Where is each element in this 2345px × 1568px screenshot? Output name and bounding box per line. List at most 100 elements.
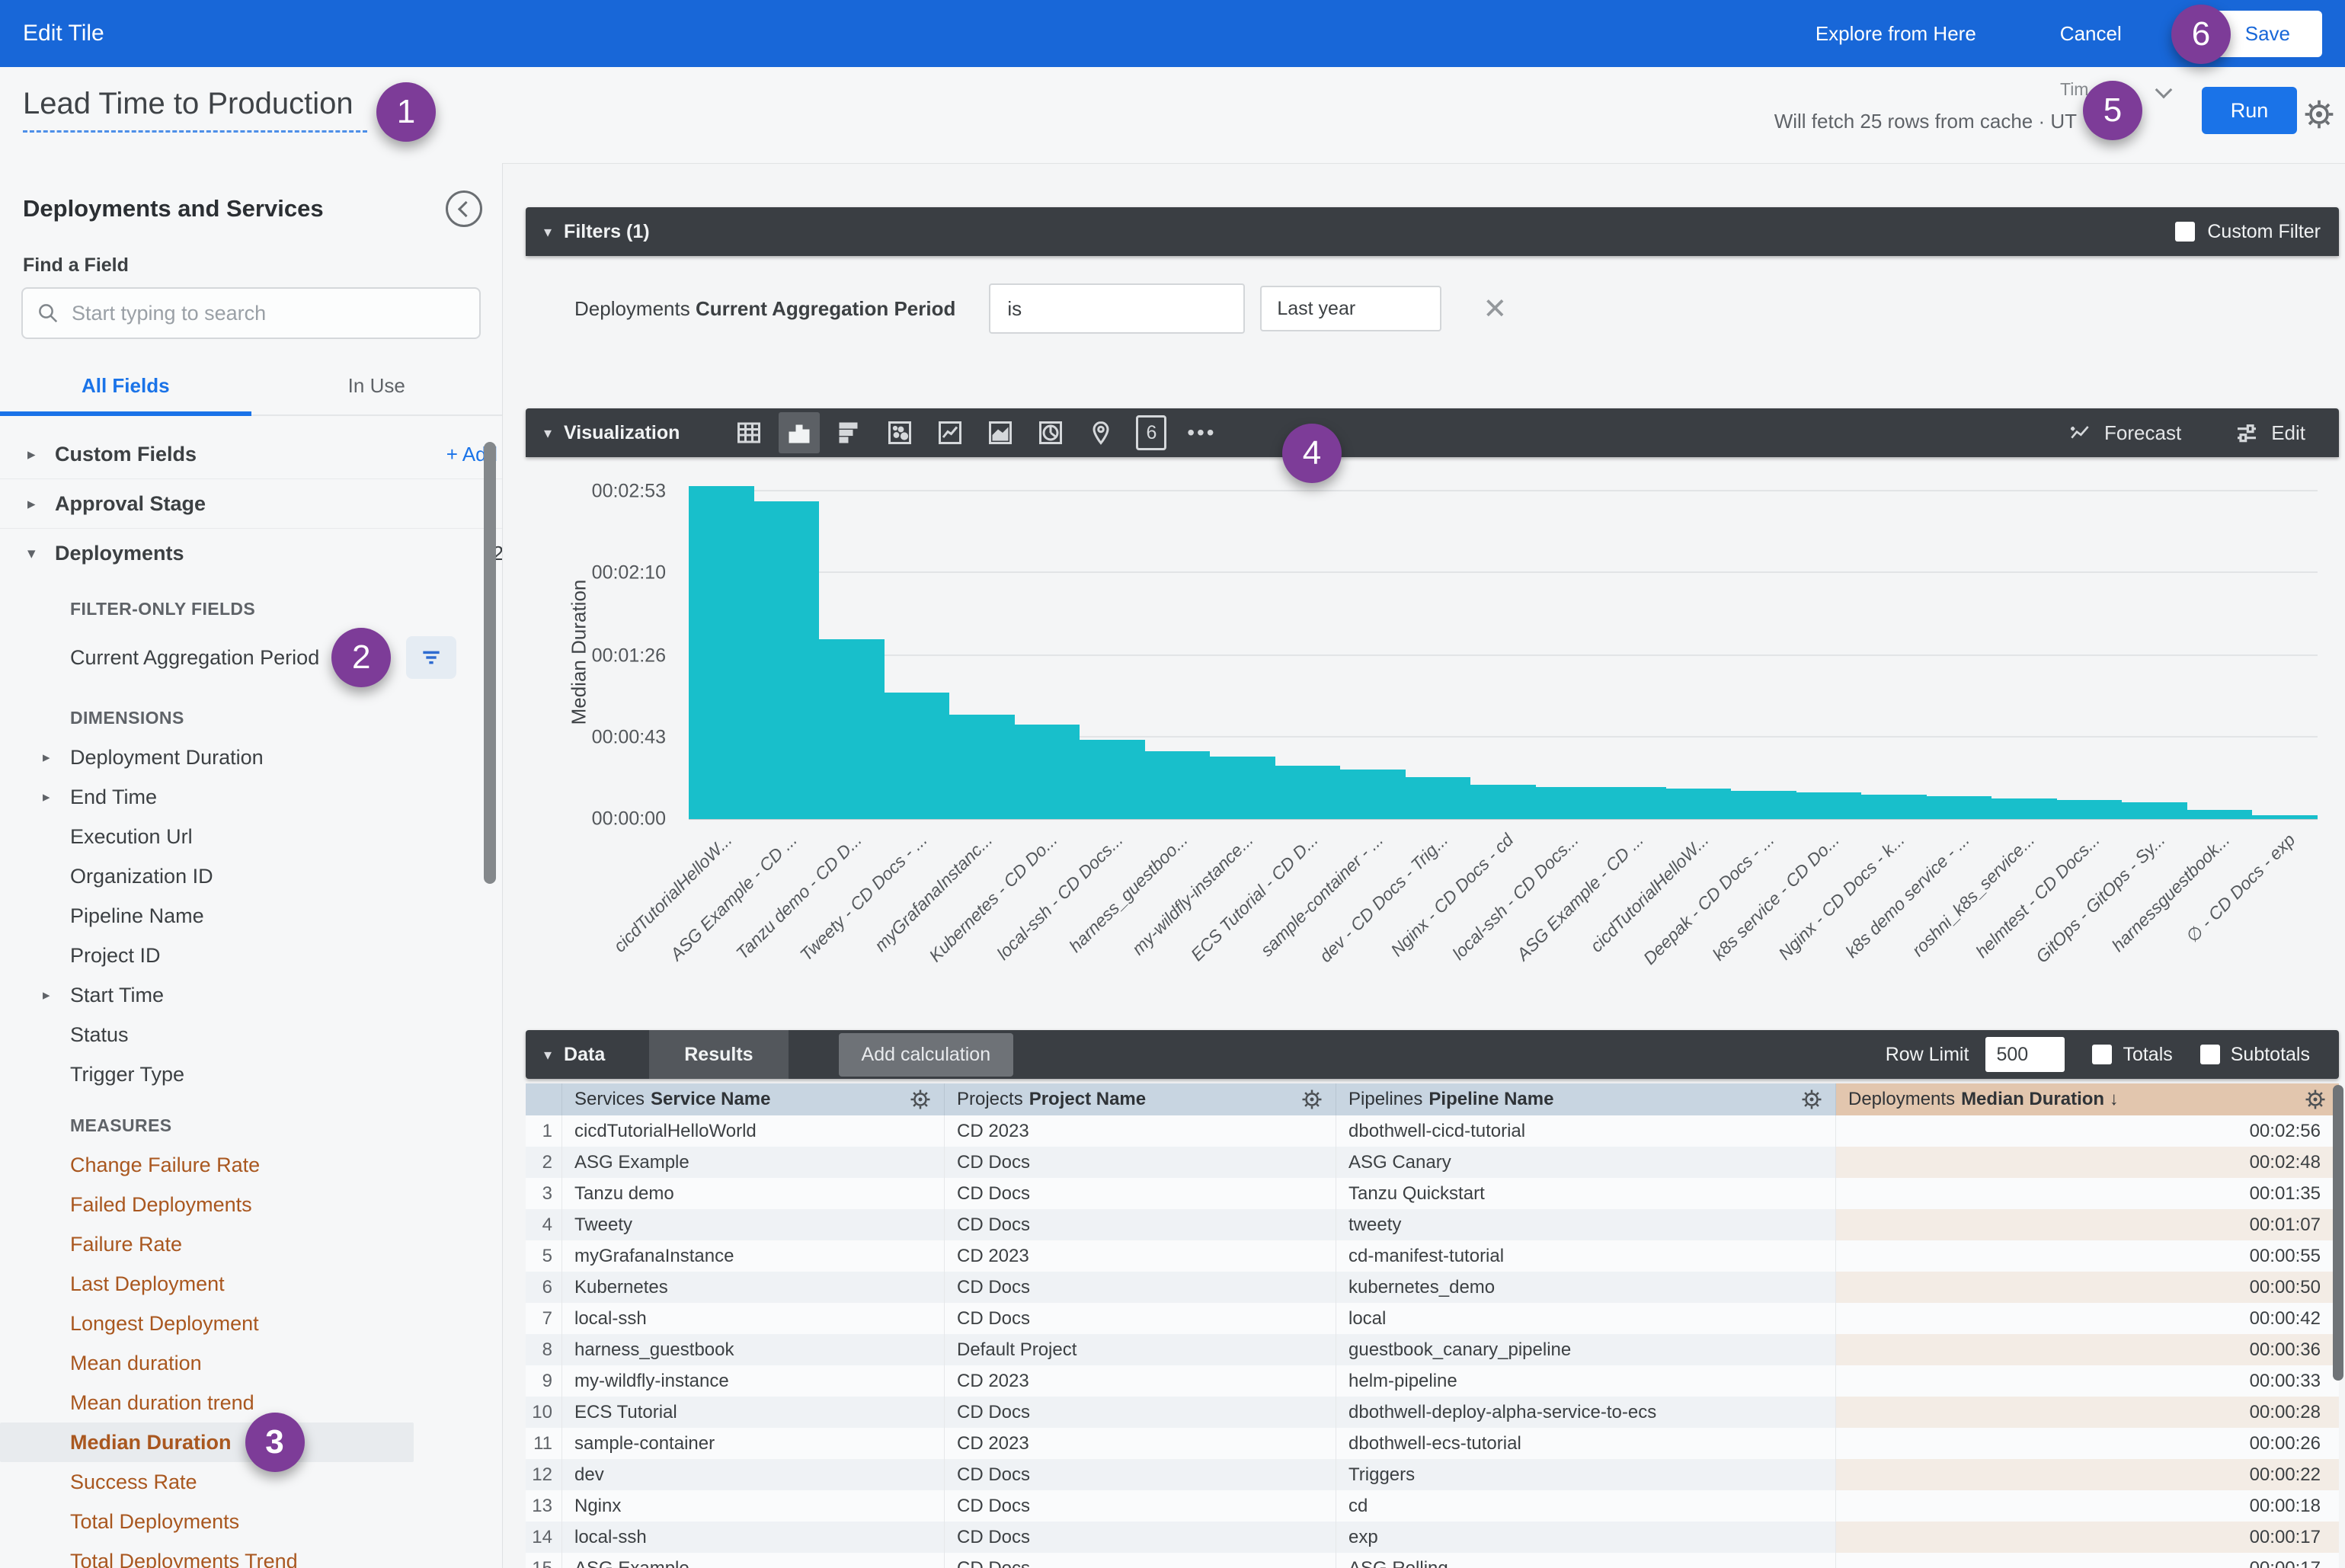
cell-median-duration[interactable]: 00:00:22	[1836, 1459, 2339, 1490]
table-row[interactable]: 6KubernetesCD Docskubernetes_demo00:00:5…	[526, 1272, 2339, 1303]
filter-value-input[interactable]: Last year	[1260, 286, 1441, 331]
cell-pipeline-name[interactable]: kubernetes_demo	[1336, 1272, 1836, 1303]
table-row[interactable]: 4TweetyCD Docstweety00:01:07	[526, 1209, 2339, 1240]
filter-operator-select[interactable]: is	[989, 283, 1245, 334]
cell-project-name[interactable]: CD Docs	[945, 1397, 1336, 1428]
remove-filter-icon[interactable]: ✕	[1483, 292, 1507, 326]
subtotals-toggle[interactable]: Subtotals	[2200, 1044, 2310, 1066]
subtotals-checkbox[interactable]	[2200, 1045, 2220, 1064]
cell-project-name[interactable]: CD 2023	[945, 1428, 1336, 1459]
bar[interactable]	[1991, 798, 2057, 819]
table-row[interactable]: 10ECS TutorialCD Docsdbothwell-deploy-al…	[526, 1397, 2339, 1428]
cell-pipeline-name[interactable]: Triggers	[1336, 1459, 1836, 1490]
table-icon[interactable]	[728, 412, 769, 453]
cell-pipeline-name[interactable]: helm-pipeline	[1336, 1365, 1836, 1397]
sidebar-item-dimension[interactable]: ▸Start Time	[0, 975, 502, 1015]
bar[interactable]	[1406, 777, 1471, 819]
filters-header[interactable]: ▾ Filters (1) Custom Filter	[526, 207, 2339, 256]
bar[interactable]	[1536, 787, 1601, 819]
cell-service-name[interactable]: Nginx	[562, 1490, 945, 1522]
gear-icon[interactable]	[909, 1088, 932, 1111]
cancel-link[interactable]: Cancel	[2060, 22, 2122, 46]
sidebar-item-measure[interactable]: Last Deployment	[0, 1264, 502, 1304]
tile-title-input[interactable]: Lead Time to Production	[23, 87, 367, 133]
cell-service-name[interactable]: sample-container	[562, 1428, 945, 1459]
sidebar-item-measure[interactable]: Failed Deployments	[0, 1185, 502, 1224]
bar[interactable]	[1731, 791, 1796, 819]
section-collapse-caret[interactable]: ▾	[544, 222, 552, 242]
table-row[interactable]: 1cicdTutorialHelloWorldCD 2023dbothwell-…	[526, 1115, 2339, 1147]
cell-median-duration[interactable]: 00:00:28	[1836, 1397, 2339, 1428]
scatter-icon[interactable]	[879, 412, 920, 453]
totals-checkbox[interactable]	[2092, 1045, 2112, 1064]
sidebar-item-dimension[interactable]: ▸Deployment Duration	[0, 738, 502, 777]
cell-project-name[interactable]: CD Docs	[945, 1522, 1336, 1553]
add-calculation-button[interactable]: Add calculation	[839, 1033, 1014, 1077]
table-row[interactable]: 12devCD DocsTriggers00:00:22	[526, 1459, 2339, 1490]
totals-toggle[interactable]: Totals	[2092, 1044, 2172, 1066]
sidebar-item-dimension[interactable]: Organization ID	[0, 856, 502, 896]
section-collapse-caret[interactable]: ▾	[544, 1045, 552, 1064]
bar[interactable]	[2057, 800, 2123, 819]
bar[interactable]	[1666, 789, 1732, 819]
cell-pipeline-name[interactable]: cd	[1336, 1490, 1836, 1522]
line-chart-icon[interactable]	[929, 412, 971, 453]
table-row[interactable]: 5myGrafanaInstanceCD 2023cd-manifest-tut…	[526, 1240, 2339, 1272]
data-header[interactable]: ▾ Data Results Add calculation Row Limit…	[526, 1030, 2339, 1079]
cell-project-name[interactable]: CD 2023	[945, 1365, 1336, 1397]
more-icon[interactable]: •••	[1181, 412, 1222, 453]
cell-service-name[interactable]: harness_guestbook	[562, 1334, 945, 1365]
sidebar-item-measure[interactable]: Success Rate	[0, 1462, 502, 1502]
table-row[interactable]: 11sample-containerCD 2023dbothwell-ecs-t…	[526, 1428, 2339, 1459]
bar[interactable]	[1470, 785, 1536, 819]
bar[interactable]	[1861, 795, 1927, 819]
settings-gear-icon[interactable]	[2302, 98, 2336, 131]
cell-project-name[interactable]: CD Docs	[945, 1553, 1336, 1568]
visualization-header[interactable]: ▾ Visualization 6 ••• Forecast	[526, 408, 2339, 457]
timezone-chevron-icon[interactable]	[2155, 82, 2173, 99]
cell-service-name[interactable]: Tweety	[562, 1209, 945, 1240]
edit-visualization-button[interactable]: Edit	[2235, 421, 2305, 445]
bar[interactable]	[1145, 751, 1211, 819]
table-row[interactable]: 3Tanzu demoCD DocsTanzu Quickstart00:01:…	[526, 1178, 2339, 1209]
group-custom-fields[interactable]: ▸ Custom Fields + Add	[0, 430, 502, 479]
gear-icon[interactable]	[2304, 1088, 2327, 1111]
cell-project-name[interactable]: CD 2023	[945, 1240, 1336, 1272]
cell-service-name[interactable]: myGrafanaInstance	[562, 1240, 945, 1272]
cell-pipeline-name[interactable]: dbothwell-ecs-tutorial	[1336, 1428, 1836, 1459]
bar[interactable]	[2122, 802, 2187, 819]
cell-median-duration[interactable]: 00:00:18	[1836, 1490, 2339, 1522]
cell-median-duration[interactable]: 00:00:17	[1836, 1522, 2339, 1553]
single-value-icon[interactable]: 6	[1131, 412, 1172, 453]
timezone-label[interactable]: Tim	[2060, 79, 2088, 100]
bar[interactable]	[1275, 766, 1341, 819]
column-chart-icon[interactable]	[779, 412, 820, 453]
cell-median-duration[interactable]: 00:00:55	[1836, 1240, 2339, 1272]
row-limit-input[interactable]: 500	[1985, 1037, 2065, 1072]
bar[interactable]	[1340, 770, 1406, 819]
collapse-sidebar-button[interactable]	[446, 190, 482, 227]
bar[interactable]	[885, 693, 950, 819]
sidebar-item-dimension[interactable]: Trigger Type	[0, 1054, 502, 1094]
cell-median-duration[interactable]: 00:02:48	[1836, 1147, 2339, 1178]
cell-project-name[interactable]: CD Docs	[945, 1459, 1336, 1490]
table-row[interactable]: 7local-sshCD Docslocal00:00:42	[526, 1303, 2339, 1334]
bar[interactable]	[1015, 725, 1080, 819]
bar[interactable]	[2187, 810, 2253, 819]
column-header[interactable]: PipelinesPipeline Name	[1336, 1083, 1836, 1115]
cell-median-duration[interactable]: 00:01:35	[1836, 1178, 2339, 1209]
cell-project-name[interactable]: CD Docs	[945, 1303, 1336, 1334]
sidebar-item-measure[interactable]: Longest Deployment	[0, 1304, 502, 1343]
sidebar-item-dimension[interactable]: Pipeline Name	[0, 896, 502, 936]
bar[interactable]	[689, 486, 754, 819]
table-row[interactable]: 8harness_guestbookDefault Projectguestbo…	[526, 1334, 2339, 1365]
bar[interactable]	[819, 639, 885, 819]
cell-project-name[interactable]: CD Docs	[945, 1490, 1336, 1522]
cell-median-duration[interactable]: 00:00:26	[1836, 1428, 2339, 1459]
cell-project-name[interactable]: CD Docs	[945, 1272, 1336, 1303]
run-button[interactable]: Run	[2202, 87, 2297, 134]
cell-service-name[interactable]: cicdTutorialHelloWorld	[562, 1115, 945, 1147]
field-current-aggregation-period[interactable]: Current Aggregation Period 2	[0, 629, 502, 686]
gear-icon[interactable]	[1800, 1088, 1823, 1111]
cell-service-name[interactable]: Kubernetes	[562, 1272, 945, 1303]
